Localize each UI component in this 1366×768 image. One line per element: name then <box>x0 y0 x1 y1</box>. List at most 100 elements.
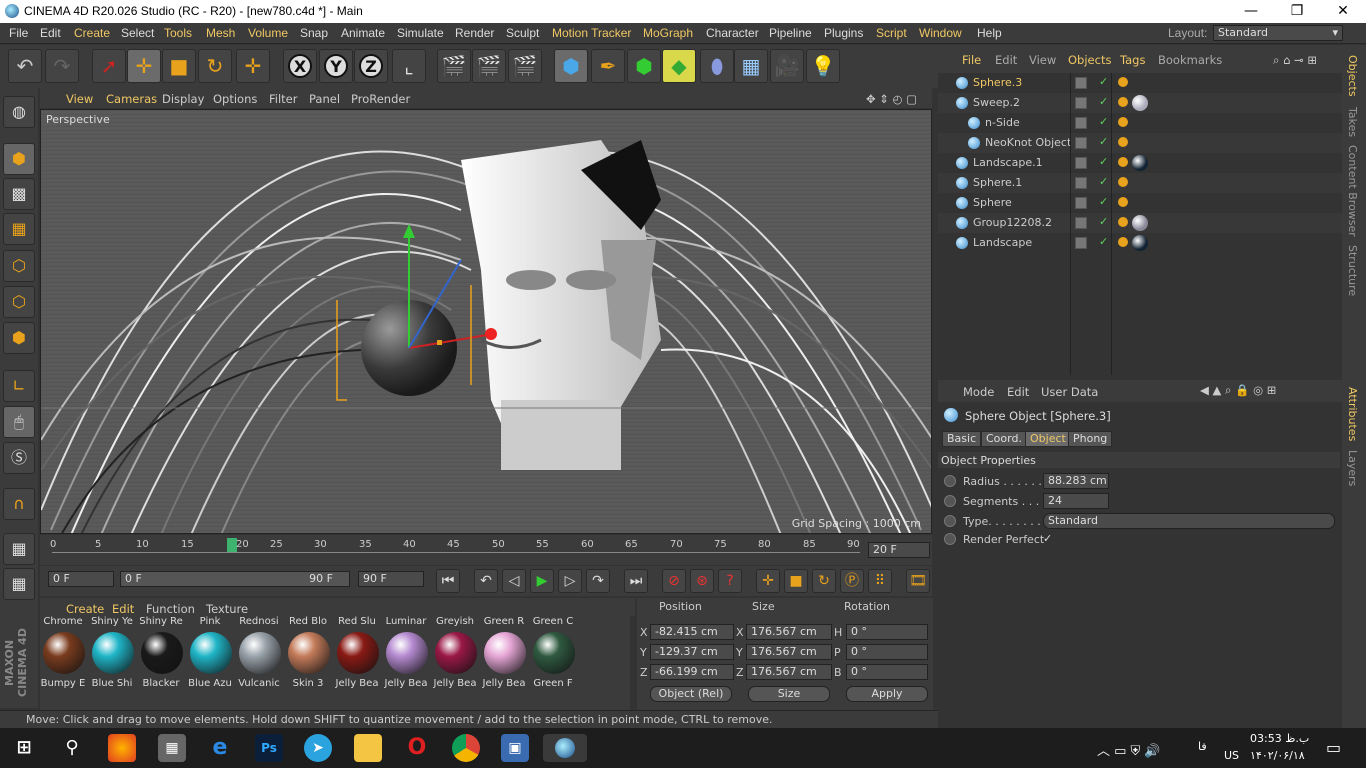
key-pla-button[interactable]: ⠿ <box>868 569 892 593</box>
layer-icon[interactable] <box>1075 197 1087 209</box>
enabled-check-icon[interactable]: ✓ <box>1099 215 1108 228</box>
prev-frame-button[interactable]: ◁ <box>502 569 526 593</box>
coord-mode-dropdown[interactable]: Object (Rel) <box>650 686 732 702</box>
menu-pipeline[interactable]: Pipeline <box>769 26 812 40</box>
menu-render[interactable]: Render <box>455 26 494 40</box>
rotate-tool-button[interactable]: ↻ <box>198 49 232 83</box>
record-button[interactable]: ⊘ <box>662 569 686 593</box>
prev-key-button[interactable]: ↶ <box>474 569 498 593</box>
light-button[interactable]: 💡 <box>806 49 840 83</box>
object-row[interactable]: Landscape ✓ <box>938 233 1342 253</box>
snap-button[interactable]: ∩ <box>3 488 35 520</box>
object-row[interactable]: Landscape.1 ✓ <box>938 153 1342 173</box>
enabled-check-icon[interactable]: ✓ <box>1099 175 1108 188</box>
menu-sculpt[interactable]: Sculpt <box>506 26 539 40</box>
material-swatch[interactable]: Green C Green F <box>530 616 578 706</box>
material-swatch[interactable]: Red Slu Jelly Bea <box>334 616 382 706</box>
menu-select[interactable]: Select <box>121 26 154 40</box>
enabled-check-icon[interactable]: ✓ <box>1099 75 1108 88</box>
attr-tab-basic[interactable]: Basic <box>942 431 982 447</box>
menu-edit[interactable]: Edit <box>40 26 61 40</box>
transform-tool-button[interactable]: ✛ <box>236 49 270 83</box>
material-tag-icon[interactable] <box>1132 95 1148 111</box>
menu-volume[interactable]: Volume <box>248 26 288 40</box>
object-row[interactable]: Group12208.2 ✓ <box>938 213 1342 233</box>
display-tag-icon[interactable] <box>1118 77 1128 87</box>
menu-script[interactable]: Script <box>876 26 907 40</box>
enabled-check-icon[interactable]: ✓ <box>1099 95 1108 108</box>
menu-plugins[interactable]: Plugins <box>824 26 863 40</box>
layer-icon[interactable] <box>1075 217 1087 229</box>
menu-tools[interactable]: Tools <box>164 26 192 40</box>
mat-menu-edit[interactable]: Edit <box>112 602 134 616</box>
segments-field[interactable]: 24 <box>1043 493 1109 509</box>
attr-tab-coord[interactable]: Coord. <box>981 431 1027 447</box>
pen-spline-button[interactable]: ✒ <box>591 49 625 83</box>
vp-menu-prorender[interactable]: ProRender <box>351 92 410 106</box>
obj-menu-file[interactable]: File <box>962 53 981 67</box>
sidetab-objects[interactable]: Objects <box>1346 55 1359 97</box>
sidetab-layers[interactable]: Layers <box>1346 450 1359 486</box>
file-explorer-icon[interactable] <box>354 734 382 762</box>
undo-button[interactable]: ↶ <box>8 49 42 83</box>
back-arrow-icon[interactable]: ◀ ▲ ⌕ 🔒 ◎ ⊞ <box>1200 383 1276 398</box>
next-frame-button[interactable]: ▷ <box>558 569 582 593</box>
key-parameter-button[interactable]: Ⓟ <box>840 569 864 593</box>
key-position-button[interactable]: ✛ <box>756 569 780 593</box>
material-swatch[interactable]: Rednosi Vulcanic <box>236 616 284 706</box>
menu-snap[interactable]: Snap <box>300 26 328 40</box>
attr-menu-user-data[interactable]: User Data <box>1041 385 1098 399</box>
pos-y-field[interactable]: -129.37 cm <box>650 644 734 660</box>
size-mode-dropdown[interactable]: Size <box>748 686 830 702</box>
enabled-check-icon[interactable]: ✓ <box>1099 155 1108 168</box>
sidetab-takes[interactable]: Takes <box>1346 107 1359 137</box>
enabled-check-icon[interactable]: ✓ <box>1099 235 1108 248</box>
type-anim-dot[interactable] <box>944 515 956 527</box>
material-swatch[interactable]: Pink Blue Azu <box>187 616 235 706</box>
planar-workplane-button[interactable]: ▦ <box>3 568 35 600</box>
render-view-button[interactable]: 🎬 <box>437 49 471 83</box>
photoshop-icon[interactable]: Ps <box>255 734 283 762</box>
tray-icons[interactable]: ︿ ▭ ⛨ 🔊 <box>1097 740 1161 759</box>
size-x-field[interactable]: 176.567 cm <box>746 624 832 640</box>
material-swatch[interactable]: Shiny Ye Blue Shi <box>89 616 137 706</box>
keyframe-selection-button[interactable]: ? <box>718 569 742 593</box>
pos-z-field[interactable]: -66.199 cm <box>650 664 734 680</box>
layout-select[interactable]: Standard ▾ <box>1213 25 1343 41</box>
size-y-field[interactable]: 176.567 cm <box>746 644 832 660</box>
menu-animate[interactable]: Animate <box>341 26 385 40</box>
vp-menu-view[interactable]: View <box>66 92 93 106</box>
material-tag-icon[interactable] <box>1132 215 1148 231</box>
scale-tool-button[interactable]: ■ <box>162 49 196 83</box>
menu-simulate[interactable]: Simulate <box>397 26 444 40</box>
current-frame-field[interactable]: 20 F <box>868 542 930 558</box>
notification-icon[interactable]: ▭ <box>1326 738 1341 757</box>
rot-p-field[interactable]: 0 ° <box>846 644 928 660</box>
key-scale-button[interactable]: ■ <box>784 569 808 593</box>
object-row[interactable]: Sphere ✓ <box>938 193 1342 213</box>
solo-mode-button[interactable]: Ⓢ <box>3 442 35 474</box>
windows-start-icon[interactable]: ⊞ <box>10 734 38 762</box>
redo-button[interactable]: ↷ <box>45 49 79 83</box>
sidetab-content-browser[interactable]: Content Browser <box>1346 145 1359 237</box>
material-swatch[interactable]: Luminar Jelly Bea <box>383 616 431 706</box>
deformer-button[interactable]: ⬮ <box>700 49 734 83</box>
vp-menu-options[interactable]: Options <box>213 92 257 106</box>
3d-viewport[interactable]: Perspective Grid Spacing : 1000 cm <box>40 109 932 534</box>
material-tag-icon[interactable] <box>1132 155 1148 171</box>
vp-menu-panel[interactable]: Panel <box>309 92 340 106</box>
display-tag-icon[interactable] <box>1118 157 1128 167</box>
menu-motion-tracker[interactable]: Motion Tracker <box>552 26 631 40</box>
mat-menu-texture[interactable]: Texture <box>206 602 248 616</box>
goto-start-button[interactable]: ⏮ <box>436 569 460 593</box>
enabled-check-icon[interactable]: ✓ <box>1099 115 1108 128</box>
render-settings-button[interactable]: 🎬 <box>508 49 542 83</box>
points-mode-button[interactable]: ⬡ <box>3 250 35 282</box>
x-axis-button[interactable]: X <box>283 49 317 83</box>
tray-date[interactable]: ۱۴۰۲/۰۶/۱۸ <box>1250 749 1305 762</box>
layer-icon[interactable] <box>1075 97 1087 109</box>
object-row[interactable]: Sphere.3 ✓ <box>938 73 1342 93</box>
layer-icon[interactable] <box>1075 77 1087 89</box>
axis-mode-button[interactable]: ∟ <box>3 370 35 402</box>
menu-create[interactable]: Create <box>74 26 110 40</box>
